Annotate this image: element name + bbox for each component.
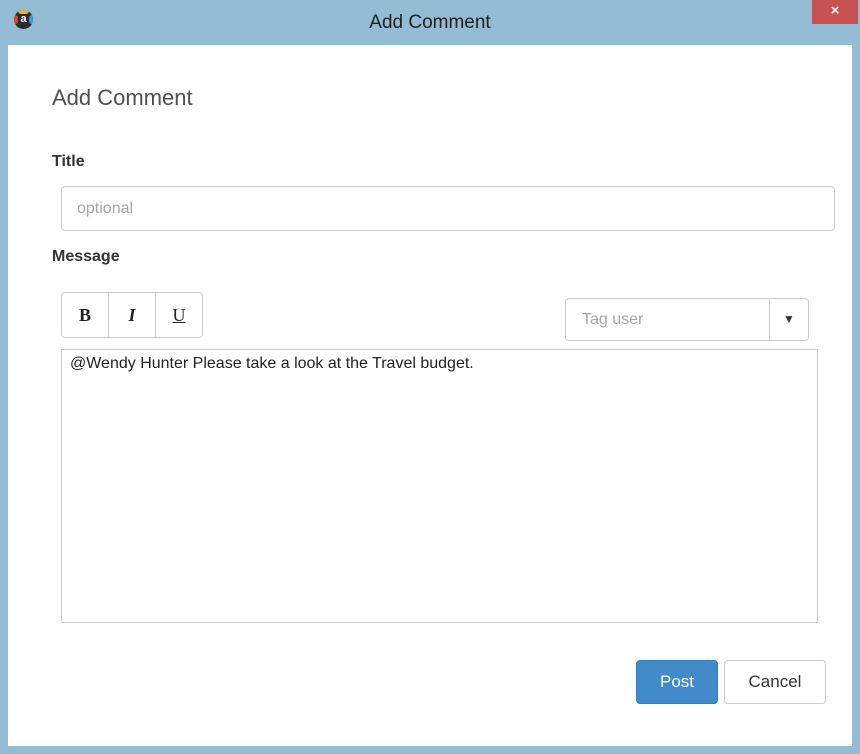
tag-user-dropdown[interactable]: Tag user ▼	[565, 298, 809, 341]
post-button[interactable]: Post	[636, 660, 718, 704]
title-label: Title	[52, 153, 85, 170]
message-textarea[interactable]: @Wendy Hunter Please take a look at the …	[61, 349, 818, 623]
close-button[interactable]: ×	[812, 0, 858, 24]
underline-icon: U	[172, 305, 186, 325]
tag-user-placeholder: Tag user	[582, 311, 644, 328]
dialog-heading: Add Comment	[52, 85, 193, 110]
close-icon: ×	[830, 2, 840, 19]
bold-icon: B	[78, 305, 91, 325]
italic-icon: I	[128, 305, 136, 325]
dialog-body: Add Comment Title Message B I U Tag user…	[8, 45, 852, 746]
bold-button[interactable]: B	[62, 293, 109, 337]
add-comment-window: a Add Comment × Add Comment Title Messag…	[0, 0, 860, 754]
italic-button[interactable]: I	[109, 293, 156, 337]
caret-down-icon[interactable]: ▼	[770, 299, 808, 340]
title-bar[interactable]: a Add Comment ×	[0, 0, 860, 45]
format-toolbar: B I U	[61, 292, 203, 338]
title-input[interactable]	[61, 186, 835, 231]
underline-button[interactable]: U	[156, 293, 202, 337]
window-title: Add Comment	[369, 12, 491, 33]
cancel-button[interactable]: Cancel	[724, 660, 826, 704]
message-label: Message	[52, 248, 120, 265]
